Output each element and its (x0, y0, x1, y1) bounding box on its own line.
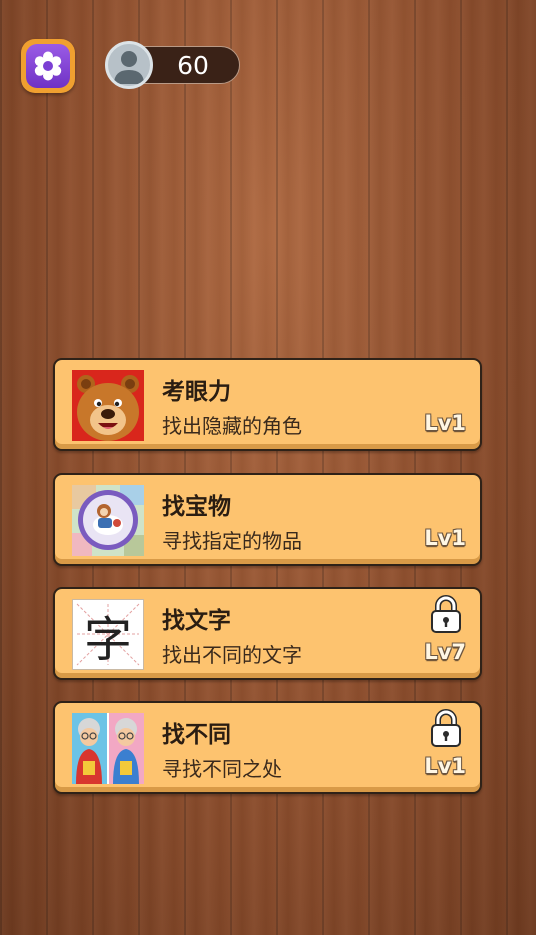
avatar[interactable] (105, 41, 153, 89)
character-zi-image: 字 (72, 599, 144, 670)
grandma-pair-image (72, 713, 144, 784)
mode-level: Lv1 (424, 411, 466, 435)
settings-button-face (26, 44, 70, 88)
mode-level: Lv7 (424, 640, 466, 664)
mode-title: 找宝物 (162, 494, 231, 520)
settings-button[interactable] (21, 39, 75, 93)
mode-subtitle: 寻找指定的物品 (162, 529, 302, 553)
mode-subtitle: 找出隐藏的角色 (162, 414, 302, 438)
lock-icon (431, 595, 461, 633)
mode-level: Lv1 (424, 526, 466, 550)
bear-face-image (72, 370, 144, 441)
mode-title: 找文字 (162, 608, 231, 634)
mode-level: Lv1 (424, 754, 466, 778)
coin-count: 60 (177, 50, 209, 80)
mode-card-find-treasure[interactable]: 找宝物 寻找指定的物品 Lv1 (53, 473, 482, 566)
mode-title: 考眼力 (162, 379, 231, 405)
gear-icon (34, 51, 62, 81)
mode-card-find-text[interactable]: 字 找文字 找出不同的文字 Lv7 (53, 587, 482, 680)
mode-title: 找不同 (162, 722, 231, 748)
magnifier-treasure-image (72, 485, 144, 556)
thumbnail-character: 字 (83, 611, 132, 668)
lock-icon (431, 709, 461, 747)
mode-card-find-difference[interactable]: 找不同 寻找不同之处 Lv1 (53, 701, 482, 794)
mode-card-find-hidden[interactable]: 考眼力 找出隐藏的角色 Lv1 (53, 358, 482, 451)
user-silhouette-icon (114, 51, 144, 84)
mode-subtitle: 寻找不同之处 (162, 757, 282, 781)
mode-subtitle: 找出不同的文字 (162, 643, 302, 667)
